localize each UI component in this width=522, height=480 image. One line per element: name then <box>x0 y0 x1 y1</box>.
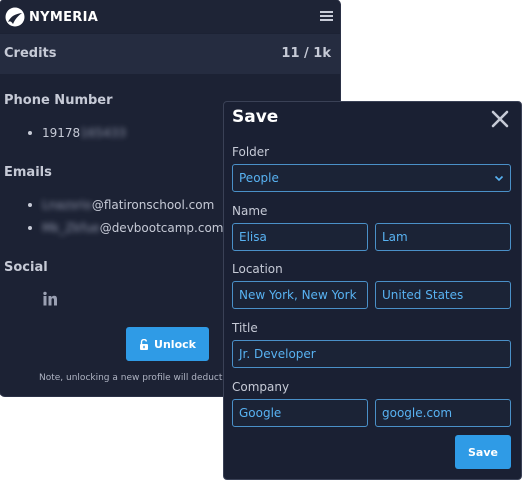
hamburger-menu-icon[interactable] <box>320 9 333 22</box>
credits-label: Credits <box>4 46 57 61</box>
app-name: NYMERIA <box>29 9 99 25</box>
folder-label: Folder <box>232 145 270 159</box>
company-name-field[interactable]: Google <box>232 399 368 427</box>
title-label: Title <box>232 321 258 335</box>
email-hidden: Lnazsrio <box>42 198 92 212</box>
email-item: Lnazsrio @flatironschool.com <box>28 198 214 212</box>
linkedin-icon[interactable] <box>42 291 58 307</box>
nymeria-logo[interactable]: NYMERIA <box>5 7 98 27</box>
modal-title: Save <box>232 107 279 127</box>
bullet <box>28 226 32 230</box>
save-modal: Save Folder People Name Elisa Lam Locati… <box>223 101 522 480</box>
folder-value: People <box>239 171 279 185</box>
folder-select[interactable]: People <box>232 164 511 192</box>
last-name-field[interactable]: Lam <box>375 223 511 251</box>
bullet <box>28 203 32 207</box>
name-label: Name <box>232 204 268 218</box>
location-label: Location <box>232 262 283 276</box>
chevron-down-icon <box>494 175 504 182</box>
save-button[interactable]: Save <box>455 435 511 469</box>
phone-item: 19178 165433 <box>28 126 126 140</box>
credits-bar: Credits 11 / 1k <box>0 34 340 74</box>
country-field[interactable]: United States <box>375 281 511 309</box>
unlock-note: Note, unlocking a new profile will deduc… <box>39 373 223 383</box>
phone-visible: 19178 <box>42 126 81 140</box>
emails-section-title: Emails <box>4 165 52 180</box>
email-item: Mk_Zkfue @devbootcamp.com <box>28 221 224 235</box>
unlock-icon <box>140 338 149 350</box>
email-domain: @devbootcamp.com <box>99 221 224 235</box>
close-icon[interactable] <box>491 110 509 128</box>
city-field[interactable]: New York, New York <box>232 281 368 309</box>
email-hidden: Mk_Zkfue <box>42 221 100 235</box>
phone-hidden: 165433 <box>80 126 126 140</box>
unlock-button[interactable]: Unlock <box>126 327 209 361</box>
company-label: Company <box>232 380 290 394</box>
unlock-label: Unlock <box>154 337 196 351</box>
job-title-field[interactable]: Jr. Developer <box>232 340 511 368</box>
email-domain: @flatironschool.com <box>91 198 215 212</box>
nymeria-logo-icon <box>5 7 25 27</box>
company-domain-field[interactable]: google.com <box>375 399 511 427</box>
social-section-title: Social <box>4 260 48 275</box>
credits-count: 11 / 1k <box>281 46 331 61</box>
first-name-field[interactable]: Elisa <box>232 223 368 251</box>
bullet <box>28 131 32 135</box>
phone-section-title: Phone Number <box>4 93 113 108</box>
top-bar: NYMERIA <box>0 0 340 33</box>
